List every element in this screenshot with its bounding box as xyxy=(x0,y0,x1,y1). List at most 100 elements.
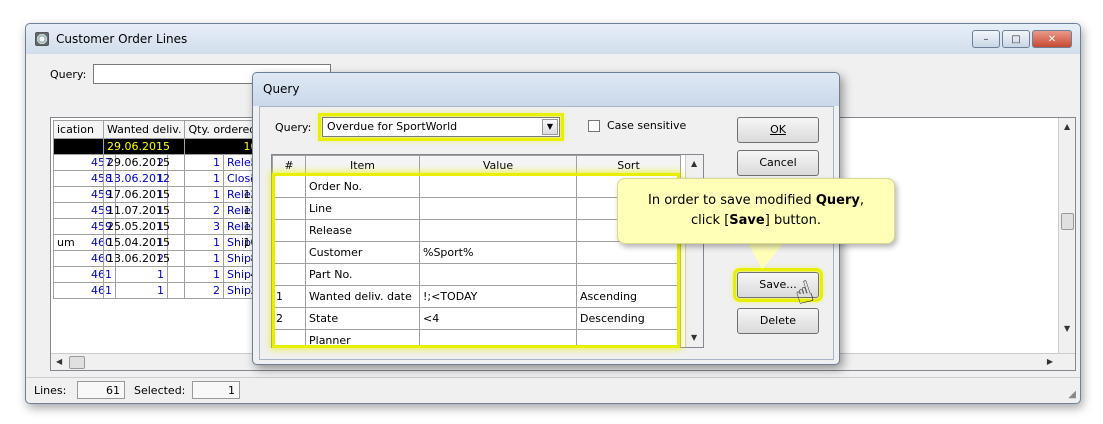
value-cell: !;<TODAY xyxy=(419,285,577,308)
scroll-down-arrow-icon[interactable]: ▼ xyxy=(691,333,697,342)
table-row[interactable]: Part No. xyxy=(272,263,681,286)
scroll-down-arrow-icon[interactable]: ▼ xyxy=(1064,324,1070,333)
grid-hscroll-thumb[interactable] xyxy=(69,356,85,369)
dialog-title: Query xyxy=(263,82,300,96)
location-cell xyxy=(53,154,104,171)
callout-pointer xyxy=(748,243,784,269)
table-row[interactable]: um 15.04.2015 10 xyxy=(53,234,262,251)
location-cell xyxy=(53,186,104,203)
statusbar: Lines: 61 Selected: 1 ◢ xyxy=(26,377,1080,403)
table-row[interactable]: 1 Wanted deliv. date !;<TODAY Ascending xyxy=(272,285,681,308)
table-row[interactable]: 17.06.2015 12 xyxy=(53,186,262,203)
qty-ordered-cell: 12 xyxy=(184,218,262,235)
scroll-up-arrow-icon[interactable]: ▲ xyxy=(1064,122,1070,131)
item-cell: State xyxy=(305,307,420,330)
sort-cell: Descending xyxy=(576,307,681,330)
qty-ordered-cell: 5 xyxy=(184,154,262,171)
wanted-delivery-cell xyxy=(102,282,186,299)
sort-cell xyxy=(576,329,681,347)
delete-button-label: Delete xyxy=(759,314,797,327)
scroll-up-arrow-icon[interactable]: ▲ xyxy=(691,159,697,168)
cancel-button[interactable]: Cancel xyxy=(737,150,819,176)
grid-vertical-scrollbar[interactable]: ▲ ▼ xyxy=(1058,118,1075,370)
callout-text: ] button. xyxy=(764,213,821,228)
table-row[interactable]: 4 xyxy=(53,266,262,283)
location-cell xyxy=(53,170,104,187)
location-cell: um xyxy=(53,234,104,251)
qty-ordered-cell: 4 xyxy=(184,266,262,283)
qty-ordered-cell: 2 xyxy=(184,170,262,187)
location-cell xyxy=(53,138,104,155)
qty-ordered-cell: 10 xyxy=(184,234,262,251)
sort-order-cell xyxy=(272,197,306,220)
dialog-titlebar[interactable]: Query xyxy=(253,73,839,106)
value-cell xyxy=(419,197,577,220)
cancel-button-label: Cancel xyxy=(759,156,797,169)
wanted-delivery-cell: 15.04.2015 xyxy=(102,234,186,251)
table-row[interactable]: 13.06.20122 xyxy=(53,170,262,187)
value-cell xyxy=(419,219,577,242)
order-lines-table-right: ication Wanted deliv. Qty. ordered 29.06.2… xyxy=(53,120,262,299)
table-row[interactable]: 13.06.20158 xyxy=(53,250,262,267)
scroll-left-arrow-icon[interactable]: ◀ xyxy=(56,357,62,366)
wanted-delivery-cell: 29.06.2015 xyxy=(102,154,186,171)
window-titlebar[interactable]: Customer Order Lines – □ ✕ xyxy=(26,24,1080,54)
lines-count: 61 xyxy=(77,381,125,399)
dialog-query-label: Query: xyxy=(275,121,312,134)
case-sensitive-checkbox[interactable] xyxy=(588,120,600,132)
table-row[interactable]: 29.06.2015 10 xyxy=(53,138,262,155)
qty-ordered-cell: 8 xyxy=(184,250,262,267)
dialog-query-select[interactable]: Overdue for SportWorld ▼ xyxy=(318,113,564,141)
sort-order-cell xyxy=(272,175,306,198)
minimize-button[interactable]: – xyxy=(972,30,1000,48)
callout-bold-save: Save xyxy=(729,213,765,228)
item-cell: Release xyxy=(305,219,420,242)
sort-order-cell xyxy=(272,241,306,264)
value-cell: %Sport% xyxy=(419,241,577,264)
wanted-delivery-cell: 13.06.2015 xyxy=(102,250,186,267)
ok-button-label: OK xyxy=(770,123,786,136)
table-row[interactable]: 25.05.2015 12 xyxy=(53,218,262,235)
qty-ordered-cell: 2 xyxy=(184,282,262,299)
location-cell xyxy=(53,266,104,283)
table-row[interactable]: 29.06.20155 xyxy=(53,154,262,171)
table-row[interactable]: 2 State <4 Descending xyxy=(272,307,681,330)
table-row[interactable]: Planner xyxy=(272,329,681,347)
qty-ordered-cell: 12 xyxy=(184,202,262,219)
close-button[interactable]: ✕ xyxy=(1032,30,1072,48)
location-cell xyxy=(53,218,104,235)
sort-order-cell: 2 xyxy=(272,307,306,330)
qty-ordered-cell: 12 xyxy=(184,186,262,203)
maximize-button[interactable]: □ xyxy=(1002,30,1030,48)
scroll-right-arrow-icon[interactable]: ▶ xyxy=(1047,357,1053,366)
value-cell xyxy=(419,175,577,198)
item-cell: Order No. xyxy=(305,175,420,198)
selected-count: 1 xyxy=(192,381,240,399)
sort-order-cell: 1 xyxy=(272,285,306,308)
delete-button[interactable]: Delete xyxy=(737,308,819,334)
column-header: # xyxy=(272,155,306,176)
column-header: Value xyxy=(419,155,577,176)
value-cell xyxy=(419,263,577,286)
resize-grip-icon[interactable]: ◢ xyxy=(1068,389,1076,400)
wanted-delivery-cell: 25.05.2015 xyxy=(102,218,186,235)
sort-cell xyxy=(576,263,681,286)
table-row[interactable]: 2 xyxy=(53,282,262,299)
chevron-down-icon[interactable]: ▼ xyxy=(542,119,558,135)
item-cell: Planner xyxy=(305,329,420,347)
location-cell xyxy=(53,202,104,219)
wanted-delivery-cell: 17.06.2015 xyxy=(102,186,186,203)
table-row[interactable]: Customer %Sport% xyxy=(272,241,681,264)
ok-button[interactable]: OK xyxy=(737,117,819,143)
table-row[interactable]: 11.07.2015 12 xyxy=(53,202,262,219)
item-cell: Wanted deliv. date xyxy=(305,285,420,308)
wanted-delivery-cell: 29.06.2015 xyxy=(102,138,186,155)
item-cell: Part No. xyxy=(305,263,420,286)
callout-text: , xyxy=(859,193,864,208)
column-header: ication xyxy=(53,120,104,139)
wanted-delivery-cell xyxy=(102,266,186,283)
sort-order-cell xyxy=(272,219,306,242)
column-header: Qty. ordered xyxy=(184,120,262,139)
lines-label: Lines: xyxy=(34,384,67,397)
grid-vscroll-thumb[interactable] xyxy=(1061,213,1074,230)
